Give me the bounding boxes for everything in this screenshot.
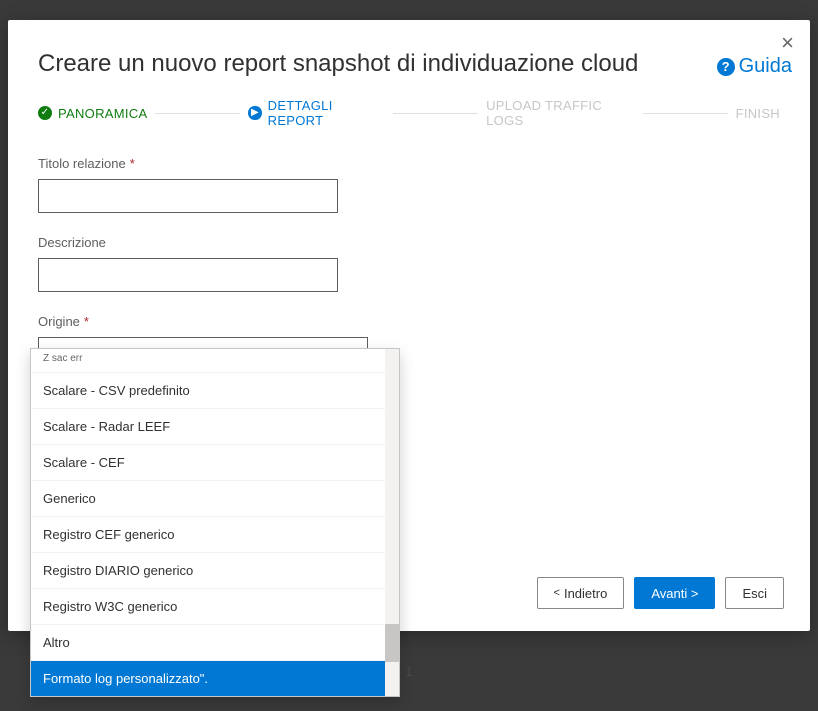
modal-footer-buttons: < Indietro Avanti > Esci (537, 577, 784, 609)
dropdown-item[interactable]: Registro W3C generico (31, 589, 399, 625)
dropdown-item[interactable]: Generico (31, 481, 399, 517)
dropdown-item[interactable]: Scalare - CEF (31, 445, 399, 481)
scrollbar-track[interactable] (385, 349, 399, 696)
description-label: Descrizione (38, 235, 780, 250)
page-number: 1 (405, 664, 412, 679)
exit-button[interactable]: Esci (725, 577, 784, 609)
scrollbar-thumb[interactable] (385, 624, 399, 662)
dropdown-item[interactable]: Z sac err (31, 349, 399, 373)
title-label: Titolo relazione* (38, 156, 780, 171)
title-input[interactable] (38, 179, 338, 213)
form-group-title: Titolo relazione* (38, 156, 780, 213)
modal-title: Creare un nuovo report snapshot di indiv… (38, 50, 780, 78)
help-icon: ? (717, 58, 735, 76)
dropdown-item-selected[interactable]: Formato log personalizzato". (31, 661, 399, 696)
step-panoramica[interactable]: ✓ PANORAMICA (38, 106, 147, 121)
source-dropdown: Z sac err Scalare - CSV predefinito Scal… (30, 348, 400, 697)
step-finish: FINISH (736, 106, 780, 121)
dropdown-item[interactable]: Scalare - CSV predefinito (31, 373, 399, 409)
dropdown-item[interactable]: Scalare - Radar LEEF (31, 409, 399, 445)
help-link[interactable]: ? Guida (717, 55, 792, 78)
step-separator (643, 113, 728, 114)
dropdown-item[interactable]: Registro CEF generico (31, 517, 399, 553)
dropdown-item[interactable]: Registro DIARIO generico (31, 553, 399, 589)
play-icon: ▶ (248, 106, 261, 120)
step-dettagli[interactable]: ▶ DETTAGLI REPORT (248, 98, 385, 128)
step-separator (155, 113, 240, 114)
close-icon[interactable]: × (781, 32, 794, 54)
form-group-description: Descrizione (38, 235, 780, 292)
wizard-stepper: ✓ PANORAMICA ▶ DETTAGLI REPORT UPLOAD TR… (38, 98, 780, 128)
back-button[interactable]: < Indietro (537, 577, 625, 609)
description-input[interactable] (38, 258, 338, 292)
check-icon: ✓ (38, 106, 52, 120)
dropdown-item[interactable]: Altro (31, 625, 399, 661)
help-label: Guida (739, 55, 792, 78)
step-upload: UPLOAD TRAFFIC LOGS (486, 98, 634, 128)
source-label: Origine* (38, 314, 780, 329)
next-button[interactable]: Avanti > (634, 577, 715, 609)
step-separator (393, 113, 478, 114)
chevron-left-icon: < (554, 587, 560, 599)
